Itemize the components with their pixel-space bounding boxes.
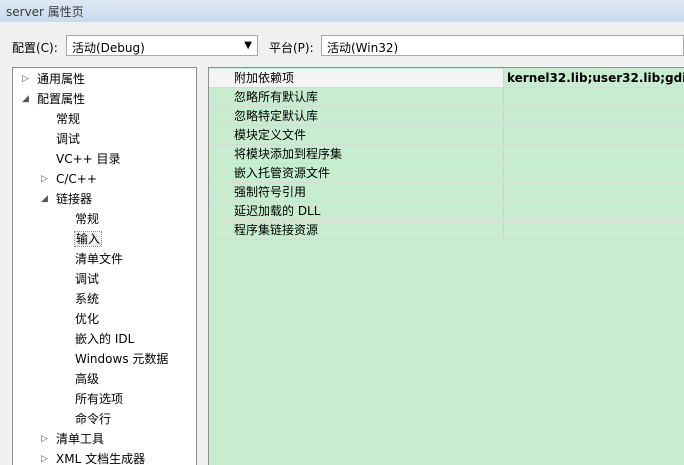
property-row[interactable]: 嵌入托管资源文件 bbox=[209, 164, 684, 183]
property-tree[interactable]: ▷ 通用属性 ◢ 配置属性 常规 调试 VC++ 目录 ▷ C/C++ ◢ 链接… bbox=[12, 67, 197, 465]
property-value[interactable] bbox=[504, 88, 684, 106]
tree-item-optimization[interactable]: 优化 bbox=[75, 310, 99, 328]
tree-item-general[interactable]: 常规 bbox=[56, 110, 80, 128]
property-row[interactable]: 模块定义文件 bbox=[209, 126, 684, 145]
property-value[interactable] bbox=[504, 145, 684, 163]
property-name: 模块定义文件 bbox=[209, 126, 504, 144]
tree-item-linker-debugging[interactable]: 调试 bbox=[75, 270, 99, 288]
tree-item-windows-metadata[interactable]: Windows 元数据 bbox=[75, 350, 168, 368]
tree-item-embedded-idl[interactable]: 嵌入的 IDL bbox=[75, 330, 134, 348]
property-value[interactable] bbox=[504, 183, 684, 201]
property-row[interactable]: 附加依赖项 kernel32.lib;user32.lib;gdi32.lib bbox=[209, 69, 684, 88]
tree-item-linker[interactable]: ◢ 链接器 bbox=[41, 190, 92, 208]
property-name: 忽略所有默认库 bbox=[209, 88, 504, 106]
tree-item-linker-general[interactable]: 常规 bbox=[75, 210, 99, 228]
triangle-right-icon[interactable]: ▷ bbox=[41, 430, 48, 448]
config-value: 活动(Debug) bbox=[72, 41, 145, 55]
tree-item-debugging[interactable]: 调试 bbox=[56, 130, 80, 148]
property-name: 将模块添加到程序集 bbox=[209, 145, 504, 163]
property-name: 附加依赖项 bbox=[209, 69, 504, 87]
triangle-right-icon[interactable]: ▷ bbox=[41, 170, 48, 188]
property-row[interactable]: 将模块添加到程序集 bbox=[209, 145, 684, 164]
tree-item-common[interactable]: ▷ 通用属性 bbox=[22, 70, 85, 88]
property-row[interactable]: 忽略所有默认库 bbox=[209, 88, 684, 107]
window-title: server 属性页 bbox=[6, 5, 84, 19]
config-dropdown[interactable]: 活动(Debug) ▼ bbox=[66, 35, 258, 56]
triangle-down-icon[interactable]: ◢ bbox=[41, 190, 48, 208]
config-label: 配置(C): bbox=[12, 41, 58, 55]
property-value[interactable] bbox=[504, 221, 684, 239]
property-grid[interactable]: 附加依赖项 kernel32.lib;user32.lib;gdi32.lib … bbox=[208, 67, 684, 465]
triangle-right-icon[interactable]: ▷ bbox=[22, 70, 29, 88]
platform-dropdown[interactable]: 活动(Win32) bbox=[321, 35, 684, 56]
property-row[interactable]: 延迟加载的 DLL bbox=[209, 202, 684, 221]
property-value[interactable] bbox=[504, 126, 684, 144]
tree-item-system[interactable]: 系统 bbox=[75, 290, 99, 308]
tree-item-all-options[interactable]: 所有选项 bbox=[75, 390, 123, 408]
tree-item-vcpp-dirs[interactable]: VC++ 目录 bbox=[56, 150, 121, 168]
tree-item-manifest-file[interactable]: 清单文件 bbox=[75, 250, 123, 268]
tree-item-command-line[interactable]: 命令行 bbox=[75, 410, 111, 428]
chevron-down-icon: ▼ bbox=[244, 40, 252, 51]
property-row[interactable]: 强制符号引用 bbox=[209, 183, 684, 202]
property-name: 嵌入托管资源文件 bbox=[209, 164, 504, 182]
property-row[interactable]: 忽略特定默认库 bbox=[209, 107, 684, 126]
property-name: 忽略特定默认库 bbox=[209, 107, 504, 125]
property-value[interactable] bbox=[504, 202, 684, 220]
triangle-down-icon[interactable]: ◢ bbox=[22, 90, 29, 108]
triangle-right-icon[interactable]: ▷ bbox=[41, 450, 48, 465]
tree-item-linker-input[interactable]: 输入 bbox=[73, 230, 103, 248]
tree-item-xml-doc[interactable]: ▷ XML 文档生成器 bbox=[41, 450, 145, 465]
property-name: 延迟加载的 DLL bbox=[209, 202, 504, 220]
property-value[interactable]: kernel32.lib;user32.lib;gdi32.lib bbox=[504, 69, 684, 87]
tree-item-config-props[interactable]: ◢ 配置属性 bbox=[22, 90, 85, 108]
title-bar: server 属性页 bbox=[0, 0, 684, 22]
property-name: 程序集链接资源 bbox=[209, 221, 504, 239]
property-row[interactable]: 程序集链接资源 bbox=[209, 221, 684, 240]
tree-item-cpp[interactable]: ▷ C/C++ bbox=[41, 170, 97, 188]
property-value[interactable] bbox=[504, 107, 684, 125]
platform-label: 平台(P): bbox=[269, 41, 314, 55]
platform-value: 活动(Win32) bbox=[327, 41, 399, 55]
property-name: 强制符号引用 bbox=[209, 183, 504, 201]
tree-item-manifest-tool[interactable]: ▷ 清单工具 bbox=[41, 430, 104, 448]
property-value[interactable] bbox=[504, 164, 684, 182]
tree-item-advanced[interactable]: 高级 bbox=[75, 370, 99, 388]
